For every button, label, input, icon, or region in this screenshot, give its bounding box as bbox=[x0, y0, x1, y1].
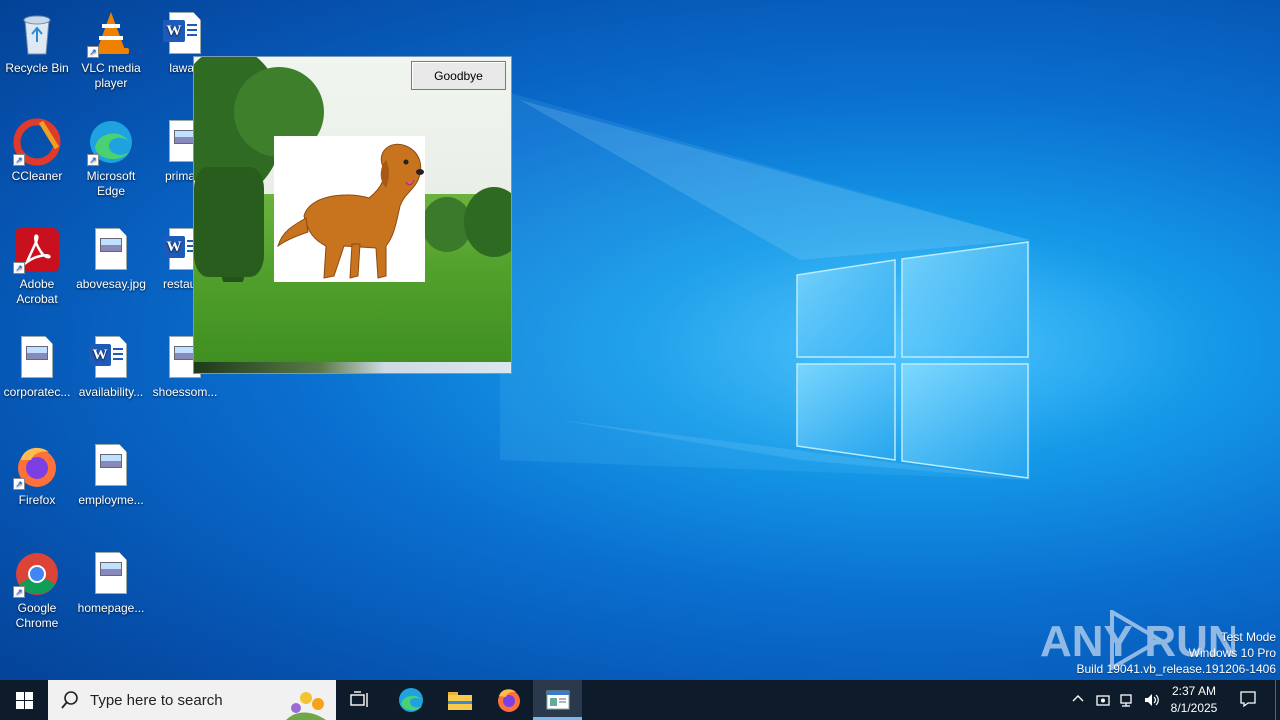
search-placeholder: Type here to search bbox=[90, 691, 223, 709]
image-file-icon bbox=[13, 334, 61, 382]
clock-time: 2:37 AM bbox=[1171, 684, 1217, 698]
image-file-icon bbox=[87, 226, 135, 274]
dog-image bbox=[274, 136, 425, 282]
chevron-up-icon[interactable] bbox=[1071, 691, 1085, 708]
app-window[interactable]: Goodbye bbox=[193, 56, 512, 374]
word-document-icon: W bbox=[87, 334, 135, 382]
desktop-icon-employme[interactable]: employme... bbox=[74, 438, 148, 508]
clock-date: 8/1/2025 bbox=[1170, 701, 1218, 715]
taskbar: Type here to search 2:37 AM 8/1/2025 bbox=[0, 680, 1280, 720]
goodbye-button[interactable]: Goodbye bbox=[411, 61, 506, 90]
taskbar-active-app-button[interactable] bbox=[533, 680, 582, 720]
recycle-bin-icon bbox=[13, 10, 61, 58]
taskbar-edge-button[interactable] bbox=[386, 680, 435, 720]
edge-icon: ↗ bbox=[87, 118, 135, 166]
firefox-icon bbox=[497, 689, 520, 712]
desktop-icon-availability[interactable]: W availability... bbox=[74, 330, 148, 400]
desktop-icon-adobe-acrobat[interactable]: ↗ Adobe Acrobat bbox=[0, 222, 74, 307]
start-button[interactable] bbox=[0, 680, 48, 720]
windows-logo-wallpaper bbox=[796, 241, 1029, 479]
chrome-icon: ↗ bbox=[13, 550, 61, 598]
acrobat-icon: ↗ bbox=[13, 226, 61, 274]
desktop-icon-firefox[interactable]: ↗ Firefox bbox=[0, 438, 74, 508]
windows-start-icon bbox=[15, 691, 33, 709]
network-icon[interactable] bbox=[1119, 692, 1135, 711]
taskbar-firefox-button[interactable] bbox=[484, 680, 533, 720]
os-edition-label: Windows 10 Pro bbox=[1188, 646, 1276, 660]
search-highlight-flowers-icon bbox=[286, 692, 326, 720]
show-desktop-button[interactable] bbox=[1275, 680, 1276, 720]
desktop-icon-google-chrome[interactable]: ↗ Google Chrome bbox=[0, 546, 74, 631]
desktop-icon-abovesay[interactable]: abovesay.jpg bbox=[74, 222, 148, 292]
search-icon bbox=[61, 691, 78, 709]
vlc-cone-icon: ↗ bbox=[87, 10, 135, 58]
desktop-icon-ccleaner[interactable]: ↗ CCleaner bbox=[0, 114, 74, 184]
taskbar-search-box[interactable]: Type here to search bbox=[48, 680, 336, 720]
edge-icon bbox=[398, 688, 423, 712]
desktop-icon-corporatec[interactable]: corporatec... bbox=[0, 330, 74, 400]
desktop-icon-homepage[interactable]: homepage... bbox=[74, 546, 148, 616]
desktop-icon-recycle-bin[interactable]: Recycle Bin bbox=[0, 6, 74, 76]
word-document-icon: W bbox=[161, 10, 209, 58]
window-bottom-strip bbox=[194, 362, 511, 373]
image-file-icon bbox=[87, 550, 135, 598]
ccleaner-icon: ↗ bbox=[13, 118, 61, 166]
test-mode-label: Test Mode bbox=[1220, 630, 1276, 644]
task-view-icon bbox=[350, 691, 368, 707]
os-watermark: Test Mode Windows 10 Pro Build 19041.vb_… bbox=[1077, 629, 1277, 677]
taskbar-file-explorer-button[interactable] bbox=[435, 680, 484, 720]
desktop-icon-vlc[interactable]: ↗ VLC media player bbox=[74, 6, 148, 91]
firefox-icon: ↗ bbox=[13, 442, 61, 490]
task-view-button[interactable] bbox=[336, 680, 384, 720]
app-window-icon bbox=[546, 690, 569, 710]
taskbar-clock[interactable]: 2:37 AM 8/1/2025 bbox=[1165, 683, 1223, 717]
desktop-icon-microsoft-edge[interactable]: ↗ Microsoft Edge bbox=[74, 114, 148, 199]
folder-icon bbox=[447, 692, 472, 710]
notification-center-icon[interactable] bbox=[1239, 690, 1257, 711]
build-label: Build 19041.vb_release.191206-1406 bbox=[1076, 662, 1277, 676]
meet-now-icon[interactable] bbox=[1095, 692, 1111, 711]
image-file-icon bbox=[87, 442, 135, 490]
volume-icon[interactable] bbox=[1143, 692, 1161, 711]
